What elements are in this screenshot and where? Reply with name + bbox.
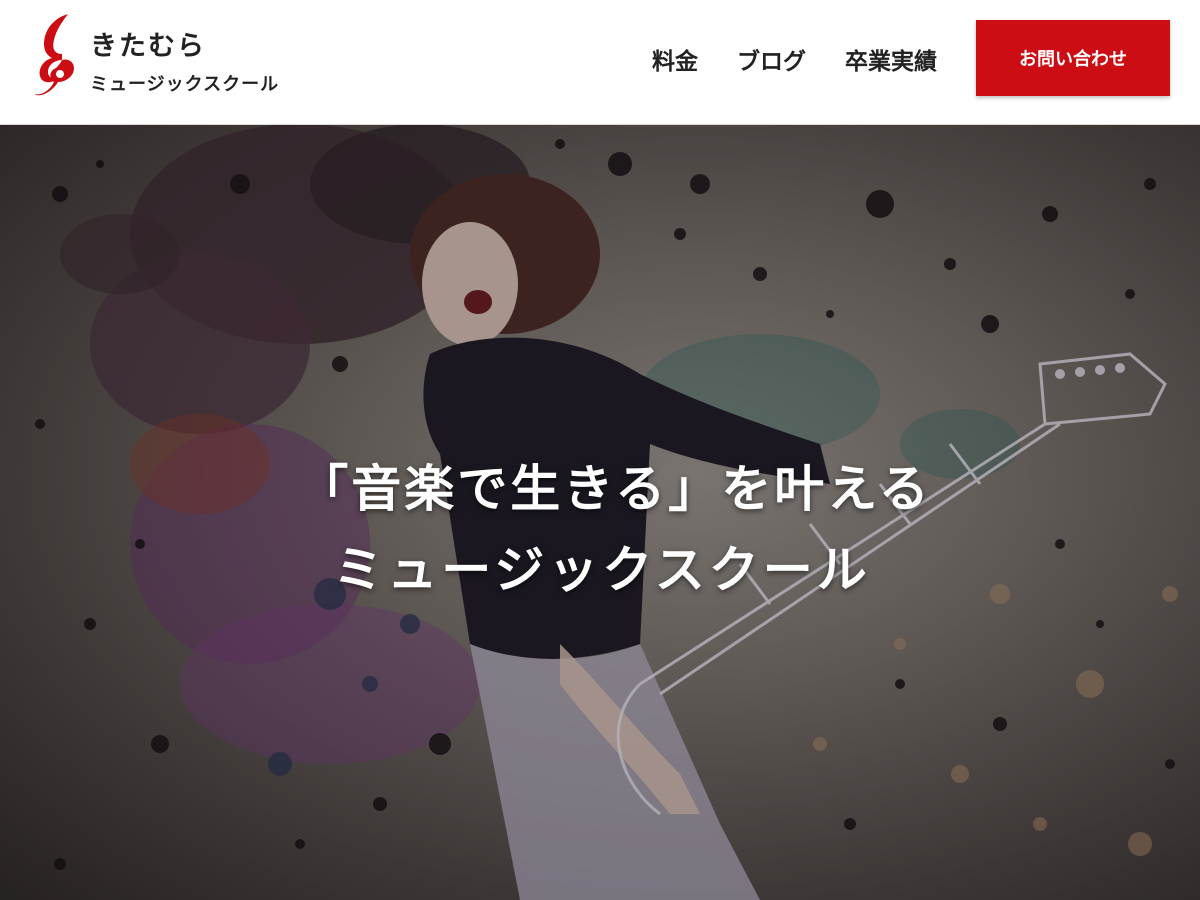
contact-button[interactable]: お問い合わせ [976, 20, 1170, 96]
site-logo[interactable]: きたむら ミュージックスクール [30, 12, 310, 102]
hero-headline: 「音楽で生きる」を叶える ミュージックスクール [0, 454, 1200, 616]
page: きたむら ミュージックスクール 料金 ブログ 卒業実績 お問い合わせ 「音楽で生… [0, 0, 1200, 900]
nav-item-graduates[interactable]: 卒業実績 [845, 42, 937, 76]
hero-headline-line2: ミュージックスクール [333, 541, 871, 599]
brand-name-line2: ミュージックスクール [90, 74, 280, 95]
nav-item-blog[interactable]: ブログ [737, 42, 806, 76]
nav-item-pricing[interactable]: 料金 [652, 42, 698, 76]
site-header: きたむら ミュージックスクール 料金 ブログ 卒業実績 お問い合わせ [0, 0, 1200, 125]
music-note-icon [34, 14, 74, 96]
brand-name-line1: きたむら [90, 31, 206, 62]
hero-section: 「音楽で生きる」を叶える ミュージックスクール [0, 124, 1200, 900]
hero-headline-line1: 「音楽で生きる」を叶える [298, 460, 932, 518]
